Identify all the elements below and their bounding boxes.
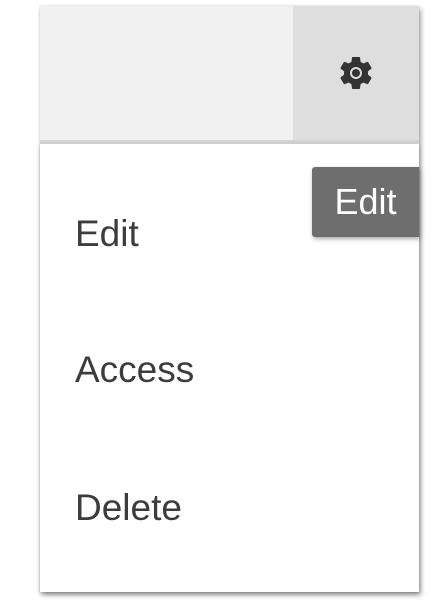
header-bar: [40, 6, 419, 140]
menu-item-access[interactable]: Access: [40, 330, 419, 410]
menu-item-label: Access: [75, 349, 195, 390]
tooltip-text: Edit: [334, 181, 397, 222]
edit-tooltip: Edit: [312, 167, 419, 237]
menu-item-delete[interactable]: Delete: [40, 468, 419, 548]
actions-panel: Edit Access Delete: [40, 6, 419, 592]
menu-item-label: Delete: [75, 487, 182, 528]
settings-button[interactable]: [293, 6, 419, 140]
menu-item-label: Edit: [75, 213, 139, 254]
gear-icon: [340, 57, 372, 89]
screenshot-stage: Edit Access Delete Edit: [0, 0, 440, 609]
